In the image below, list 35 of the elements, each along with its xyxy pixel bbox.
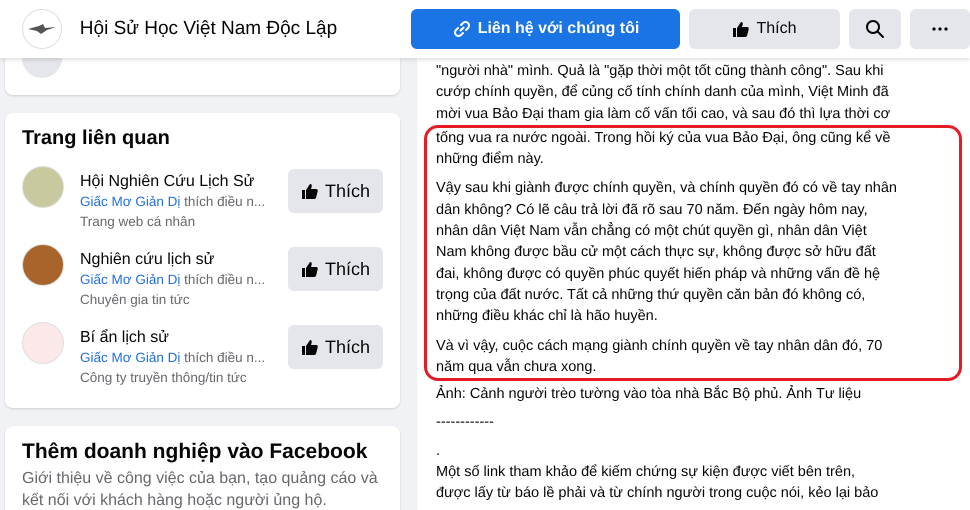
post-paragraph: . Một số link tham khảo để kiếm chứng sự kiện được viết bên trên, được lấy từ báo lề phải và từ chính người trong cuộc nói, kẻo lại bảo: [436, 442, 880, 504]
related-page-name[interactable]: Bí ẩn lịch sử: [80, 326, 280, 348]
card-title: Thêm doanh nghiệp vào Facebook: [22, 440, 368, 464]
page-avatar-image[interactable]: [22, 244, 64, 286]
page-category: Chuyên gia tin tức: [80, 290, 191, 309]
like-button[interactable]: Thích: [288, 325, 383, 369]
card-title: Trang liên quan: [22, 127, 171, 150]
page-logo-image: [22, 9, 62, 49]
thumbs-up-icon: [732, 20, 750, 38]
page-category: Trang web cá nhân: [80, 212, 196, 231]
related-page-name[interactable]: Hội Nghiên Cứu Lịch Sử: [80, 170, 280, 192]
like-button[interactable]: Thích: [288, 247, 383, 291]
thumbs-up-icon: [300, 338, 319, 356]
like-button[interactable]: Thích: [689, 9, 840, 49]
card-description: Giới thiệu về công việc của bạn, tạo quảng cáo và kết nối với khách hàng hoặc người ủng hộ.: [22, 469, 379, 510]
activity-text: Giấc Mơ Giản Dị thích điều n...: [80, 270, 266, 288]
link-icon: [452, 19, 472, 39]
activity-text: Giấc Mơ Giản Dị thích điều n...: [80, 348, 266, 366]
page-category: Công ty truyền thông/tin tức: [80, 368, 248, 387]
post-paragraph: ------------: [436, 413, 495, 432]
search-button[interactable]: [849, 9, 901, 49]
post-paragraph: Ảnh: Cảnh người trèo tường vào tòa nhà Bắc Bộ phủ. Ảnh Tư liệu: [436, 384, 862, 404]
more-icon: [932, 27, 948, 31]
post-paragraph: Và vì vậy, cuộc cách mạng giành chính quyền về tay nhân dân đó, 70 năm qua vẫn chưa xong.: [436, 336, 884, 377]
related-page-name[interactable]: Nghiên cứu lịch sử: [80, 248, 280, 270]
activity-text: Giấc Mơ Giản Dị thích điều n...: [80, 192, 266, 210]
page-name: Hội Sử Học Việt Nam Độc Lập: [80, 18, 338, 40]
search-icon: [865, 19, 885, 39]
more-button[interactable]: [910, 9, 970, 49]
thumbs-up-icon: [300, 182, 319, 200]
contact-button[interactable]: Liên hệ với chúng tôi: [411, 9, 680, 49]
post-paragraph: Vậy sau khi giành được chính quyền, và chính quyền đó có về tay nhân dân không? Có lẽ câu trả lời đã rõ sau 70 năm. Đến ngày hôm nay, nhân dân Việt Nam vẫn chẳng có một chút quyền gì, nhân dân Việt Nam không được bầu cử một cách thực sự, không được sở hữu đất đai, không được có quyền phúc quyết hiến pháp và những vấn đề hệ trọng của đất nước. Tất cả những thứ quyền căn bản đó không có, những điều khác chỉ là hão huyền.: [436, 179, 898, 326]
post-paragraph: tống vua ra nước ngoài. Trong hồi ký của vua Bảo Đại, ông cũng kể về những điểm này.: [436, 128, 892, 170]
thumbs-up-icon: [300, 260, 319, 278]
like-button[interactable]: Thích: [288, 169, 383, 213]
